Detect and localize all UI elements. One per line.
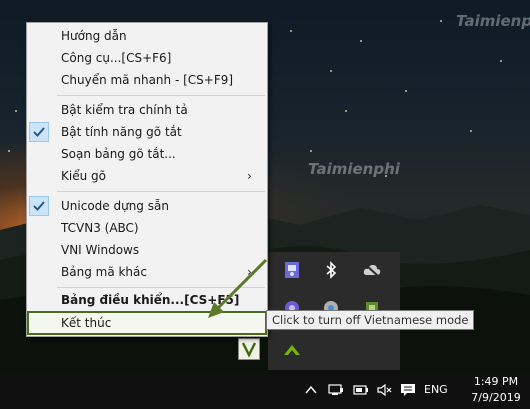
menu-item-kiem-tra-chinh-ta[interactable]: Bật kiểm tra chính tả xyxy=(27,99,267,121)
taskbar: ENG 1:49 PM 7/9/2019 xyxy=(0,372,530,409)
clock-date[interactable]: 7/9/2019 xyxy=(468,391,524,404)
star xyxy=(360,40,362,42)
check-icon xyxy=(29,122,49,142)
menu-item-label: Công cụ...[CS+F6] xyxy=(61,51,172,65)
star xyxy=(500,60,502,62)
media-icon[interactable] xyxy=(282,260,302,280)
star xyxy=(15,110,17,112)
watermark-top: Taimienphi xyxy=(456,12,530,30)
nvidia-icon[interactable] xyxy=(282,340,302,360)
submenu-arrow-icon: › xyxy=(247,169,252,183)
menu-item-label: Bật tính năng gõ tắt xyxy=(61,125,182,139)
menu-item-unicode[interactable]: Unicode dựng sẵn xyxy=(27,195,267,217)
menu-separator xyxy=(57,191,265,192)
menu-item-bang-ma-khac[interactable]: Bảng mã khác › xyxy=(27,261,267,283)
menu-item-tcvn3[interactable]: TCVN3 (ABC) xyxy=(27,217,267,239)
menu-item-label: VNI Windows xyxy=(61,243,140,257)
menu-item-label: Chuyển mã nhanh - [CS+F9] xyxy=(61,73,234,87)
menu-item-label: Bảng mã khác xyxy=(61,265,147,279)
menu-item-go-tat[interactable]: Bật tính năng gõ tắt xyxy=(27,121,267,143)
check-icon xyxy=(29,196,49,216)
chevron-up-icon[interactable] xyxy=(302,381,320,399)
menu-item-label: Hướng dẫn xyxy=(61,29,127,43)
unikey-v-icon[interactable] xyxy=(238,338,260,360)
star xyxy=(310,150,312,152)
menu-item-label: Kết thúc xyxy=(61,316,112,330)
menu-item-label: Kiểu gõ xyxy=(61,169,106,183)
menu-item-label: TCVN3 (ABC) xyxy=(61,221,139,235)
menu-item-label: Bảng điều khiển...[CS+F5] xyxy=(61,293,240,307)
bluetooth-icon[interactable] xyxy=(321,260,341,280)
network-icon[interactable] xyxy=(327,381,345,399)
clock-time[interactable]: 1:49 PM xyxy=(468,375,524,388)
menu-item-ket-thuc[interactable]: Kết thúc xyxy=(27,311,267,335)
watermark-middle: Taimienphi xyxy=(308,160,400,178)
letter-v-icon xyxy=(241,342,257,358)
star xyxy=(470,130,472,132)
star xyxy=(405,90,407,92)
star xyxy=(330,70,332,72)
cloud-off-icon[interactable] xyxy=(362,260,382,280)
notification-icon[interactable] xyxy=(399,381,417,399)
menu-item-chuyen-ma-nhanh[interactable]: Chuyển mã nhanh - [CS+F9] xyxy=(27,69,267,91)
star xyxy=(290,30,292,32)
tooltip: Click to turn off Vietnamese mode xyxy=(266,310,475,330)
submenu-arrow-icon: › xyxy=(247,265,252,279)
star xyxy=(345,110,347,112)
menu-separator xyxy=(57,287,265,288)
language-indicator[interactable]: ENG xyxy=(424,383,448,396)
star xyxy=(8,150,10,152)
menu-item-label: Unicode dựng sẵn xyxy=(61,199,169,213)
menu-item-huong-dan[interactable]: Hướng dẫn xyxy=(27,25,267,47)
menu-separator xyxy=(57,95,265,96)
menu-item-label: Soạn bảng gõ tắt... xyxy=(61,147,176,161)
speaker-muted-icon[interactable] xyxy=(376,381,394,399)
star xyxy=(440,20,442,22)
menu-item-cong-cu[interactable]: Công cụ...[CS+F6] xyxy=(27,47,267,69)
menu-item-label: Bật kiểm tra chính tả xyxy=(61,103,188,117)
menu-item-vni-windows[interactable]: VNI Windows xyxy=(27,239,267,261)
menu-item-bang-dieu-khien[interactable]: Bảng điều khiển...[CS+F5] xyxy=(27,289,267,311)
unikey-context-menu: Hướng dẫn Công cụ...[CS+F6] Chuyển mã nh… xyxy=(26,22,268,337)
menu-item-kieu-go[interactable]: Kiểu gõ › xyxy=(27,165,267,187)
menu-item-soan-bang-go-tat[interactable]: Soạn bảng gõ tắt... xyxy=(27,143,267,165)
battery-icon[interactable] xyxy=(352,381,370,399)
